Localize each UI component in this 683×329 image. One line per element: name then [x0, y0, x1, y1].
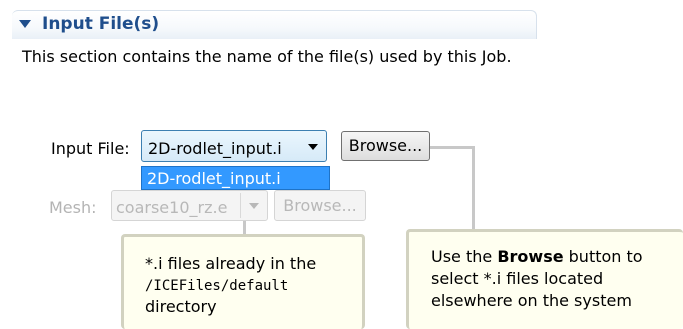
section-title[interactable]: Input File(s): [42, 14, 159, 34]
input-file-label: Input File:: [51, 139, 130, 158]
input-file-dropdown-list: 2D-rodlet_input.i: [141, 166, 330, 190]
chevron-down-icon: [249, 203, 259, 209]
chevron-down-icon[interactable]: [308, 144, 318, 150]
callout-bold-text: Browse: [497, 247, 564, 266]
dropdown-option[interactable]: 2D-rodlet_input.i: [147, 169, 281, 188]
callout-text: Use the Browse button to: [431, 247, 643, 266]
callout-path-text: /ICEFiles/default: [145, 278, 289, 294]
mesh-dropdown: coarse10_rz.e: [111, 190, 268, 221]
callout-input-files: *.i files already in the /ICEFiles/defau…: [121, 234, 365, 329]
callout-text: elsewhere on the system: [431, 291, 632, 310]
input-file-browse-button[interactable]: Browse...: [341, 131, 430, 161]
mesh-browse-button: Browse...: [274, 190, 366, 221]
input-file-dropdown[interactable]: 2D-rodlet_input.i: [141, 130, 327, 162]
callout-text: directory: [145, 297, 217, 316]
collapse-triangle-icon[interactable]: [19, 20, 31, 28]
mesh-label: Mesh:: [49, 198, 97, 217]
mesh-dropdown-separator: [240, 193, 241, 218]
callout-text: select *.i files located: [431, 269, 604, 288]
section-description: This section contains the name of the fi…: [22, 47, 512, 66]
input-file-selected-value: 2D-rodlet_input.i: [148, 139, 282, 158]
callout-browse-button: Use the Browse button to select *.i file…: [406, 229, 683, 329]
callout-text: *.i files already in the: [145, 254, 317, 273]
callout-connector-left: [243, 221, 246, 235]
callout-connector-right-vertical: [472, 146, 475, 229]
callout-connector-right-horizontal: [430, 146, 475, 149]
mesh-selected-value: coarse10_rz.e: [116, 198, 228, 217]
